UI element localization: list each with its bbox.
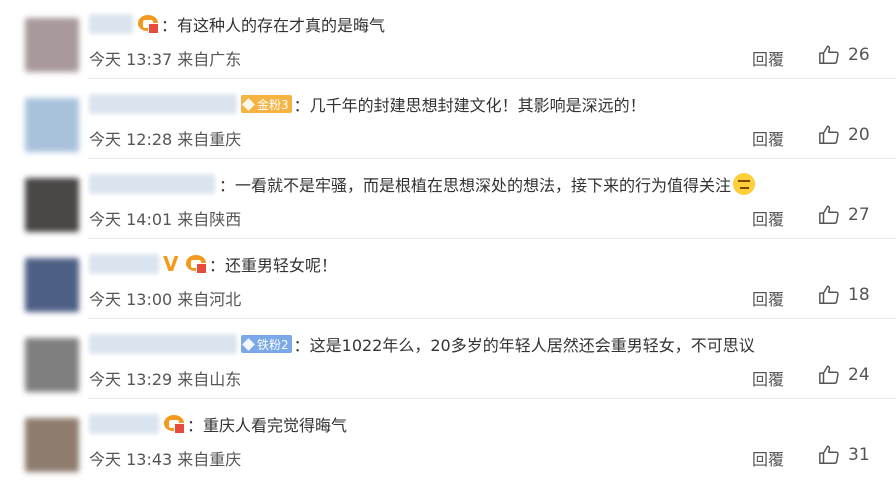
crown-icon bbox=[163, 414, 185, 434]
comment-body: ：有这种人的存在才真的是晦气 bbox=[89, 10, 876, 38]
comment-item: 铁粉2 ：这是1022年么，20多岁的年轻人居然还会重男轻女，不可思议 今天 1… bbox=[0, 320, 896, 400]
comment-time: 今天 13:43 bbox=[89, 450, 173, 469]
comment-text: ：还重男轻女呢！ bbox=[209, 256, 338, 275]
avatar[interactable] bbox=[25, 178, 79, 232]
like-count: 31 bbox=[848, 445, 870, 465]
username-link[interactable] bbox=[89, 174, 215, 194]
reply-button[interactable]: 回覆 bbox=[752, 366, 784, 390]
username-link[interactable] bbox=[89, 334, 237, 354]
comment-time: 今天 12:28 bbox=[89, 130, 173, 149]
like-button[interactable]: 24 bbox=[818, 364, 870, 386]
comment-time: 今天 13:37 bbox=[89, 50, 173, 69]
divider bbox=[88, 318, 896, 319]
reply-button[interactable]: 回覆 bbox=[752, 126, 784, 150]
crown-icon bbox=[137, 14, 159, 34]
thumbs-up-icon bbox=[819, 445, 839, 464]
verified-icon: V bbox=[163, 252, 179, 276]
comment-meta: 今天 14:01 来自陕西 bbox=[89, 206, 241, 230]
comment-list: ：有这种人的存在才真的是晦气 今天 13:37 来自广东 回覆 26 金粉3 ：… bbox=[0, 0, 896, 483]
username-link[interactable] bbox=[89, 254, 159, 274]
thumbs-up-icon bbox=[819, 205, 839, 224]
thumbs-up-icon bbox=[819, 125, 839, 144]
comment-item: 金粉3 ：几千年的封建思想封建文化！其影响是深远的！ 今天 12:28 来自重庆… bbox=[0, 80, 896, 160]
comment-location: 来自河北 bbox=[177, 290, 242, 309]
comment-meta: 今天 13:37 来自广东 bbox=[89, 46, 241, 70]
thumbs-up-icon bbox=[819, 45, 839, 64]
comment-time: 今天 14:01 bbox=[89, 210, 173, 229]
thumbs-up-icon bbox=[819, 285, 839, 304]
like-button[interactable]: 20 bbox=[818, 124, 870, 146]
comment-body: 铁粉2 ：这是1022年么，20多岁的年轻人居然还会重男轻女，不可思议 bbox=[89, 330, 876, 358]
comment-text: ：一看就不是牢骚，而是根植在思想深处的想法，接下来的行为值得关注 bbox=[219, 176, 732, 195]
fan-badge-label: 铁粉2 bbox=[257, 337, 289, 352]
comment-item: ：有这种人的存在才真的是晦气 今天 13:37 来自广东 回覆 26 bbox=[0, 0, 896, 80]
comment-text: ：有这种人的存在才真的是晦气 bbox=[161, 16, 386, 35]
comment-body: ：重庆人看完觉得晦气 bbox=[89, 410, 876, 438]
comment-item: ：重庆人看完觉得晦气 今天 13:43 来自重庆 回覆 31 bbox=[0, 400, 896, 480]
crown-icon bbox=[185, 254, 207, 274]
like-button[interactable]: 26 bbox=[818, 44, 870, 66]
comment-body: V ：还重男轻女呢！ bbox=[89, 250, 876, 278]
comment-text: ：这是1022年么，20多岁的年轻人居然还会重男轻女，不可思议 bbox=[293, 336, 755, 355]
comment-time: 今天 13:00 bbox=[89, 290, 173, 309]
like-count: 27 bbox=[848, 205, 870, 225]
like-count: 18 bbox=[848, 285, 870, 305]
avatar[interactable] bbox=[25, 418, 79, 472]
comment-location: 来自广东 bbox=[177, 50, 242, 69]
divider bbox=[88, 398, 896, 399]
comment-meta: 今天 12:28 来自重庆 bbox=[89, 126, 241, 150]
reply-button[interactable]: 回覆 bbox=[752, 446, 784, 470]
comment-location: 来自陕西 bbox=[177, 210, 242, 229]
username-link[interactable] bbox=[89, 94, 237, 114]
comment-time: 今天 13:29 bbox=[89, 370, 173, 389]
reply-button[interactable]: 回覆 bbox=[752, 286, 784, 310]
thumbs-up-icon bbox=[819, 365, 839, 384]
comment-body: 金粉3 ：几千年的封建思想封建文化！其影响是深远的！ bbox=[89, 90, 876, 118]
avatar[interactable] bbox=[25, 18, 79, 72]
like-count: 26 bbox=[848, 45, 870, 65]
comment-item: V ：还重男轻女呢！ 今天 13:00 来自河北 回覆 18 bbox=[0, 240, 896, 320]
fan-badge-label: 金粉3 bbox=[257, 97, 289, 112]
like-button[interactable]: 31 bbox=[818, 444, 870, 466]
comment-text: ：重庆人看完觉得晦气 bbox=[187, 416, 348, 435]
like-count: 20 bbox=[848, 125, 870, 145]
fan-badge: 金粉3 bbox=[241, 95, 292, 113]
divider bbox=[88, 158, 896, 159]
comment-location: 来自重庆 bbox=[177, 450, 242, 469]
avatar[interactable] bbox=[25, 98, 79, 152]
comment-text: ：几千年的封建思想封建文化！其影响是深远的！ bbox=[293, 96, 646, 115]
comment-meta: 今天 13:43 来自重庆 bbox=[89, 446, 241, 470]
comment-meta: 今天 13:29 来自山东 bbox=[89, 366, 241, 390]
fan-badge: 铁粉2 bbox=[241, 335, 292, 353]
comment-body: ：一看就不是牢骚，而是根植在思想深处的想法，接下来的行为值得关注 bbox=[89, 170, 876, 198]
like-count: 24 bbox=[848, 365, 870, 385]
username-link[interactable] bbox=[89, 414, 159, 434]
comment-meta: 今天 13:00 来自河北 bbox=[89, 286, 241, 310]
avatar[interactable] bbox=[25, 338, 79, 392]
like-button[interactable]: 18 bbox=[818, 284, 870, 306]
like-button[interactable]: 27 bbox=[818, 204, 870, 226]
avatar[interactable] bbox=[25, 258, 79, 312]
reply-button[interactable]: 回覆 bbox=[752, 206, 784, 230]
username-link[interactable] bbox=[89, 14, 133, 34]
divider bbox=[88, 238, 896, 239]
comment-location: 来自山东 bbox=[177, 370, 242, 389]
comment-location: 来自重庆 bbox=[177, 130, 242, 149]
divider bbox=[88, 78, 896, 79]
reply-button[interactable]: 回覆 bbox=[752, 46, 784, 70]
emoji-icon bbox=[733, 173, 756, 195]
comment-item: ：一看就不是牢骚，而是根植在思想深处的想法，接下来的行为值得关注 今天 14:0… bbox=[0, 160, 896, 240]
